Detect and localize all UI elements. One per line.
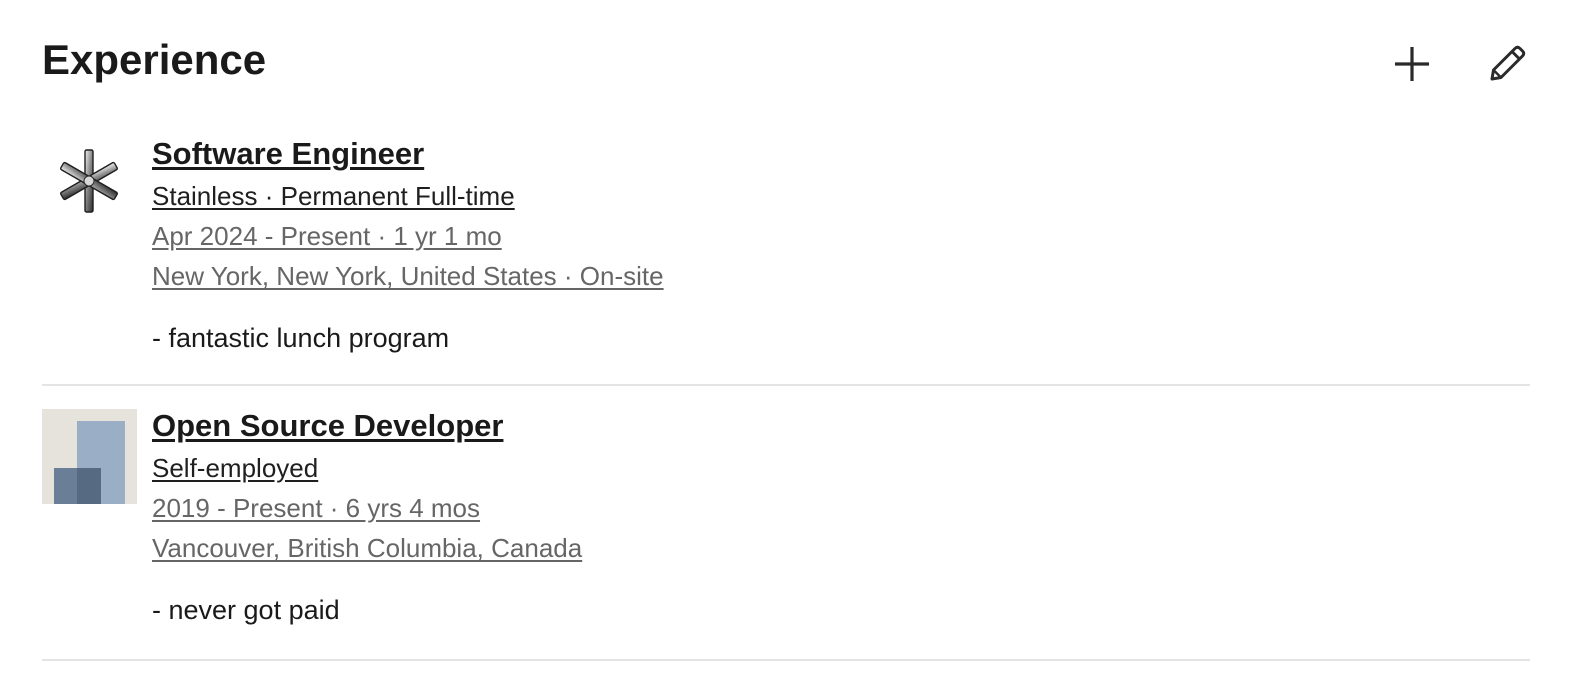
add-experience-button[interactable] xyxy=(1386,38,1438,90)
company-link[interactable]: Self-employed xyxy=(152,452,582,484)
blocks-logo-icon xyxy=(42,409,137,504)
date-range-link[interactable]: 2019 - Present · 6 yrs 4 mos xyxy=(152,492,582,524)
asterisk-logo-icon xyxy=(60,149,118,213)
self-employed-logo[interactable] xyxy=(42,409,137,504)
job-title-link[interactable]: Open Source Developer xyxy=(152,408,582,444)
divider xyxy=(42,384,1530,386)
location-link[interactable]: Vancouver, British Columbia, Canada xyxy=(152,532,582,564)
job-title-link[interactable]: Software Engineer xyxy=(152,136,664,172)
date-range-link[interactable]: Apr 2024 - Present · 1 yr 1 mo xyxy=(152,220,664,252)
pencil-icon xyxy=(1490,45,1526,81)
stainless-logo[interactable] xyxy=(42,136,137,231)
section-title: Experience xyxy=(42,36,267,83)
experience-details: Software Engineer Stainless · Permanent … xyxy=(152,136,664,354)
location-link[interactable]: New York, New York, United States · On-s… xyxy=(152,260,664,292)
experience-section: Experience Software Engineer Stainless ·… xyxy=(0,0,1594,680)
plus-icon xyxy=(1395,47,1429,81)
divider xyxy=(42,659,1530,661)
job-description: - never got paid xyxy=(152,595,340,625)
edit-experience-button[interactable] xyxy=(1480,38,1532,90)
experience-item: Open Source Developer Self-employed 2019… xyxy=(42,408,1530,660)
experience-details: Open Source Developer Self-employed 2019… xyxy=(152,408,582,626)
job-description: - fantastic lunch program xyxy=(152,323,450,353)
company-link[interactable]: Stainless · Permanent Full-time xyxy=(152,180,664,212)
experience-item: Software Engineer Stainless · Permanent … xyxy=(42,136,1530,384)
